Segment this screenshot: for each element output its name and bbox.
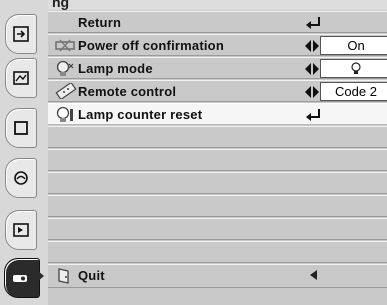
empty-row [48,149,387,171]
quit-door-icon [58,268,69,284]
active-tab-arrow [37,270,44,282]
power-off-confirmation-label: Power off confirmation [78,38,224,53]
image-adjust-tab[interactable] [5,158,37,198]
lamp-mode-value[interactable] [320,59,387,78]
empty-row [48,218,387,240]
input-tab[interactable] [5,14,37,54]
title-strip: ng [0,0,387,10]
lamp-counter-icon [56,106,73,122]
image-tab[interactable] [5,58,37,98]
left-arrow-icon [310,270,317,280]
menu-tab-column [0,0,48,305]
empty-row [48,195,387,217]
screen-tab[interactable] [5,108,37,148]
remote-control-value[interactable]: Code 2 [320,82,387,101]
input-icon [13,26,29,42]
lamp-mode-row[interactable]: Lamp mode [48,57,387,79]
image-adjust-icon [14,171,28,185]
power-off-confirmation-row[interactable]: Power off confirmation On [48,34,387,56]
setting-tab[interactable] [5,210,37,250]
menu-heading: ng [52,0,70,10]
empty-row [48,172,387,194]
remote-control-label: Remote control [78,84,177,99]
remote-control-row[interactable]: Remote control Code 2 [48,80,387,102]
left-right-arrows-icon[interactable] [305,86,319,98]
lamp-counter-reset-row[interactable]: Lamp counter reset [48,103,387,125]
projector-icon [13,275,27,282]
enter-icon [306,109,320,121]
lamp-counter-reset-label: Lamp counter reset [78,107,203,122]
left-right-arrows-icon[interactable] [305,63,319,75]
quit-row[interactable]: Quit [48,264,387,288]
power-off-confirmation-value[interactable]: On [320,36,387,55]
screen-icon [14,121,28,135]
image-icon [13,71,29,85]
extra-tab[interactable] [4,258,40,298]
lamp-mode-label: Lamp mode [78,61,153,76]
return-label: Return [78,15,122,30]
empty-row [48,241,387,263]
power-off-icon [55,39,75,52]
return-row[interactable]: Return [48,11,387,33]
setting-icon [13,223,29,237]
lamp-bulb-icon [351,62,361,74]
left-right-arrows-icon[interactable] [305,40,319,52]
remote-icon [55,83,77,99]
enter-icon [306,17,320,29]
quit-label: Quit [78,268,105,283]
lamp-icon [56,60,74,76]
menu-panel: Return Power off confirmation On Lamp mo… [48,10,387,305]
empty-row [48,126,387,148]
